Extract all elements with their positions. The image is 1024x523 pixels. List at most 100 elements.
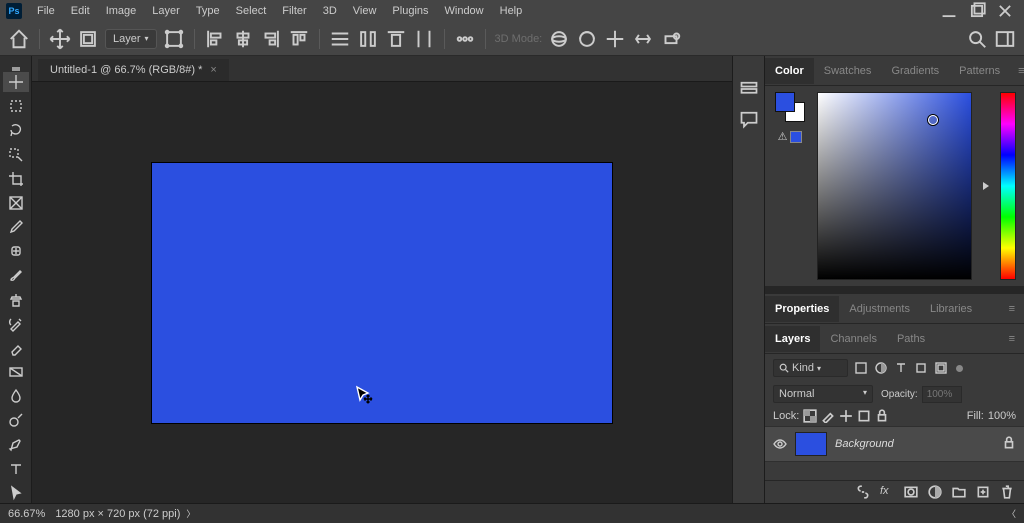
layer-mask-icon[interactable]	[904, 485, 918, 499]
fg-bg-swatch[interactable]	[775, 92, 805, 122]
layer-group-icon[interactable]	[952, 485, 966, 499]
document-tab[interactable]: Untitled-1 @ 66.7% (RGB/8#) * ×	[38, 59, 229, 81]
gamut-warning[interactable]: ⚠	[778, 130, 803, 143]
align-right-icon[interactable]	[260, 28, 282, 50]
history-panel-icon[interactable]	[739, 80, 759, 98]
auto-select-icon[interactable]	[77, 28, 99, 50]
window-minimize-icon[interactable]	[940, 4, 958, 18]
tab-paths[interactable]: Paths	[887, 326, 935, 352]
layer-lock-icon[interactable]	[1002, 436, 1016, 453]
distribute-top-icon[interactable]	[329, 28, 351, 50]
tool-path-select[interactable]	[3, 483, 29, 503]
more-options-icon[interactable]	[454, 28, 476, 50]
tool-frame[interactable]	[3, 193, 29, 213]
tab-layers[interactable]: Layers	[765, 326, 820, 352]
color-picker-ring[interactable]	[928, 115, 938, 125]
fg-color-swatch[interactable]	[775, 92, 795, 112]
align-left-icon[interactable]	[204, 28, 226, 50]
filter-adjust-icon[interactable]	[874, 361, 888, 375]
fill-field[interactable]: 100%	[988, 410, 1016, 422]
move-tool-icon[interactable]	[49, 28, 71, 50]
window-close-icon[interactable]	[996, 4, 1014, 18]
tool-eyedropper[interactable]	[3, 217, 29, 237]
tool-crop[interactable]	[3, 169, 29, 189]
comments-panel-icon[interactable]	[739, 110, 759, 128]
menu-help[interactable]: Help	[493, 2, 530, 20]
tab-gradients[interactable]: Gradients	[881, 58, 949, 84]
tab-color[interactable]: Color	[765, 58, 814, 84]
tool-blur[interactable]	[3, 386, 29, 406]
filter-toggle-icon[interactable]	[956, 365, 963, 372]
menu-3d[interactable]: 3D	[316, 2, 344, 20]
hue-slider[interactable]	[1000, 92, 1016, 280]
distribute-right-icon[interactable]	[413, 28, 435, 50]
transform-controls-icon[interactable]	[163, 28, 185, 50]
lock-all-icon[interactable]	[875, 409, 889, 423]
tab-patterns[interactable]: Patterns	[949, 58, 1010, 84]
blend-mode-dropdown[interactable]: Normal▾	[773, 385, 873, 403]
menu-select[interactable]: Select	[229, 2, 274, 20]
canvas[interactable]	[152, 163, 612, 423]
layer-kind-dropdown[interactable]: Kind ▾	[773, 359, 848, 377]
menu-view[interactable]: View	[346, 2, 384, 20]
menu-window[interactable]: Window	[438, 2, 491, 20]
adjustment-layer-icon[interactable]	[928, 485, 942, 499]
tool-gradient[interactable]	[3, 362, 29, 382]
filter-pixel-icon[interactable]	[854, 361, 868, 375]
menu-filter[interactable]: Filter	[275, 2, 313, 20]
tab-adjustments[interactable]: Adjustments	[839, 296, 920, 322]
panel-menu-icon[interactable]: ≡	[1010, 65, 1024, 77]
search-icon[interactable]	[966, 28, 988, 50]
home-icon[interactable]	[8, 28, 30, 50]
distribute-hcenter-icon[interactable]	[357, 28, 379, 50]
tool-type[interactable]	[3, 459, 29, 479]
tool-dodge[interactable]	[3, 410, 29, 430]
distribute-bottom-icon[interactable]	[385, 28, 407, 50]
align-top-icon[interactable]	[288, 28, 310, 50]
auto-select-dropdown[interactable]: Layer ▾	[105, 29, 157, 49]
filter-shape-icon[interactable]	[914, 361, 928, 375]
tab-channels[interactable]: Channels	[820, 326, 886, 352]
menu-type[interactable]: Type	[189, 2, 227, 20]
lock-transparency-icon[interactable]	[803, 409, 817, 423]
close-tab-icon[interactable]: ×	[210, 64, 216, 76]
tool-healing[interactable]	[3, 241, 29, 261]
menu-plugins[interactable]: Plugins	[385, 2, 435, 20]
tool-history-brush[interactable]	[3, 314, 29, 334]
layer-row[interactable]: Background	[765, 426, 1024, 462]
new-layer-icon[interactable]	[976, 485, 990, 499]
filter-type-icon[interactable]	[894, 361, 908, 375]
tool-quick-select[interactable]	[3, 145, 29, 165]
canvas-area[interactable]	[32, 82, 732, 503]
tool-move[interactable]	[3, 72, 29, 92]
tab-libraries[interactable]: Libraries	[920, 296, 982, 322]
layer-style-icon[interactable]: fx	[880, 485, 894, 499]
lock-artboard-icon[interactable]	[857, 409, 871, 423]
tab-properties[interactable]: Properties	[765, 296, 839, 322]
workspace-icon[interactable]	[994, 28, 1016, 50]
menu-layer[interactable]: Layer	[145, 2, 187, 20]
status-left-icon[interactable]: 〈	[1007, 507, 1016, 520]
zoom-readout[interactable]: 66.67%	[8, 508, 45, 520]
window-restore-icon[interactable]	[968, 4, 986, 18]
lock-pixels-icon[interactable]	[821, 409, 835, 423]
delete-layer-icon[interactable]	[1000, 485, 1014, 499]
panel-menu-icon[interactable]: ≡	[1001, 303, 1024, 315]
status-chevron-icon[interactable]: 〉	[186, 507, 195, 520]
filter-smart-icon[interactable]	[934, 361, 948, 375]
menu-image[interactable]: Image	[99, 2, 144, 20]
opacity-field[interactable]: 100%	[922, 386, 962, 403]
link-layers-icon[interactable]	[856, 485, 870, 499]
saturation-box[interactable]	[817, 92, 972, 280]
panel-menu-icon[interactable]: ≡	[1001, 333, 1024, 345]
tab-swatches[interactable]: Swatches	[814, 58, 882, 84]
layer-visibility-icon[interactable]	[773, 437, 787, 451]
tool-marquee[interactable]	[3, 96, 29, 116]
align-hcenter-icon[interactable]	[232, 28, 254, 50]
layer-thumbnail[interactable]	[795, 432, 827, 456]
tool-eraser[interactable]	[3, 338, 29, 358]
tool-clone[interactable]	[3, 290, 29, 310]
tool-brush[interactable]	[3, 265, 29, 285]
lock-position-icon[interactable]	[839, 409, 853, 423]
layer-name[interactable]: Background	[835, 438, 994, 450]
